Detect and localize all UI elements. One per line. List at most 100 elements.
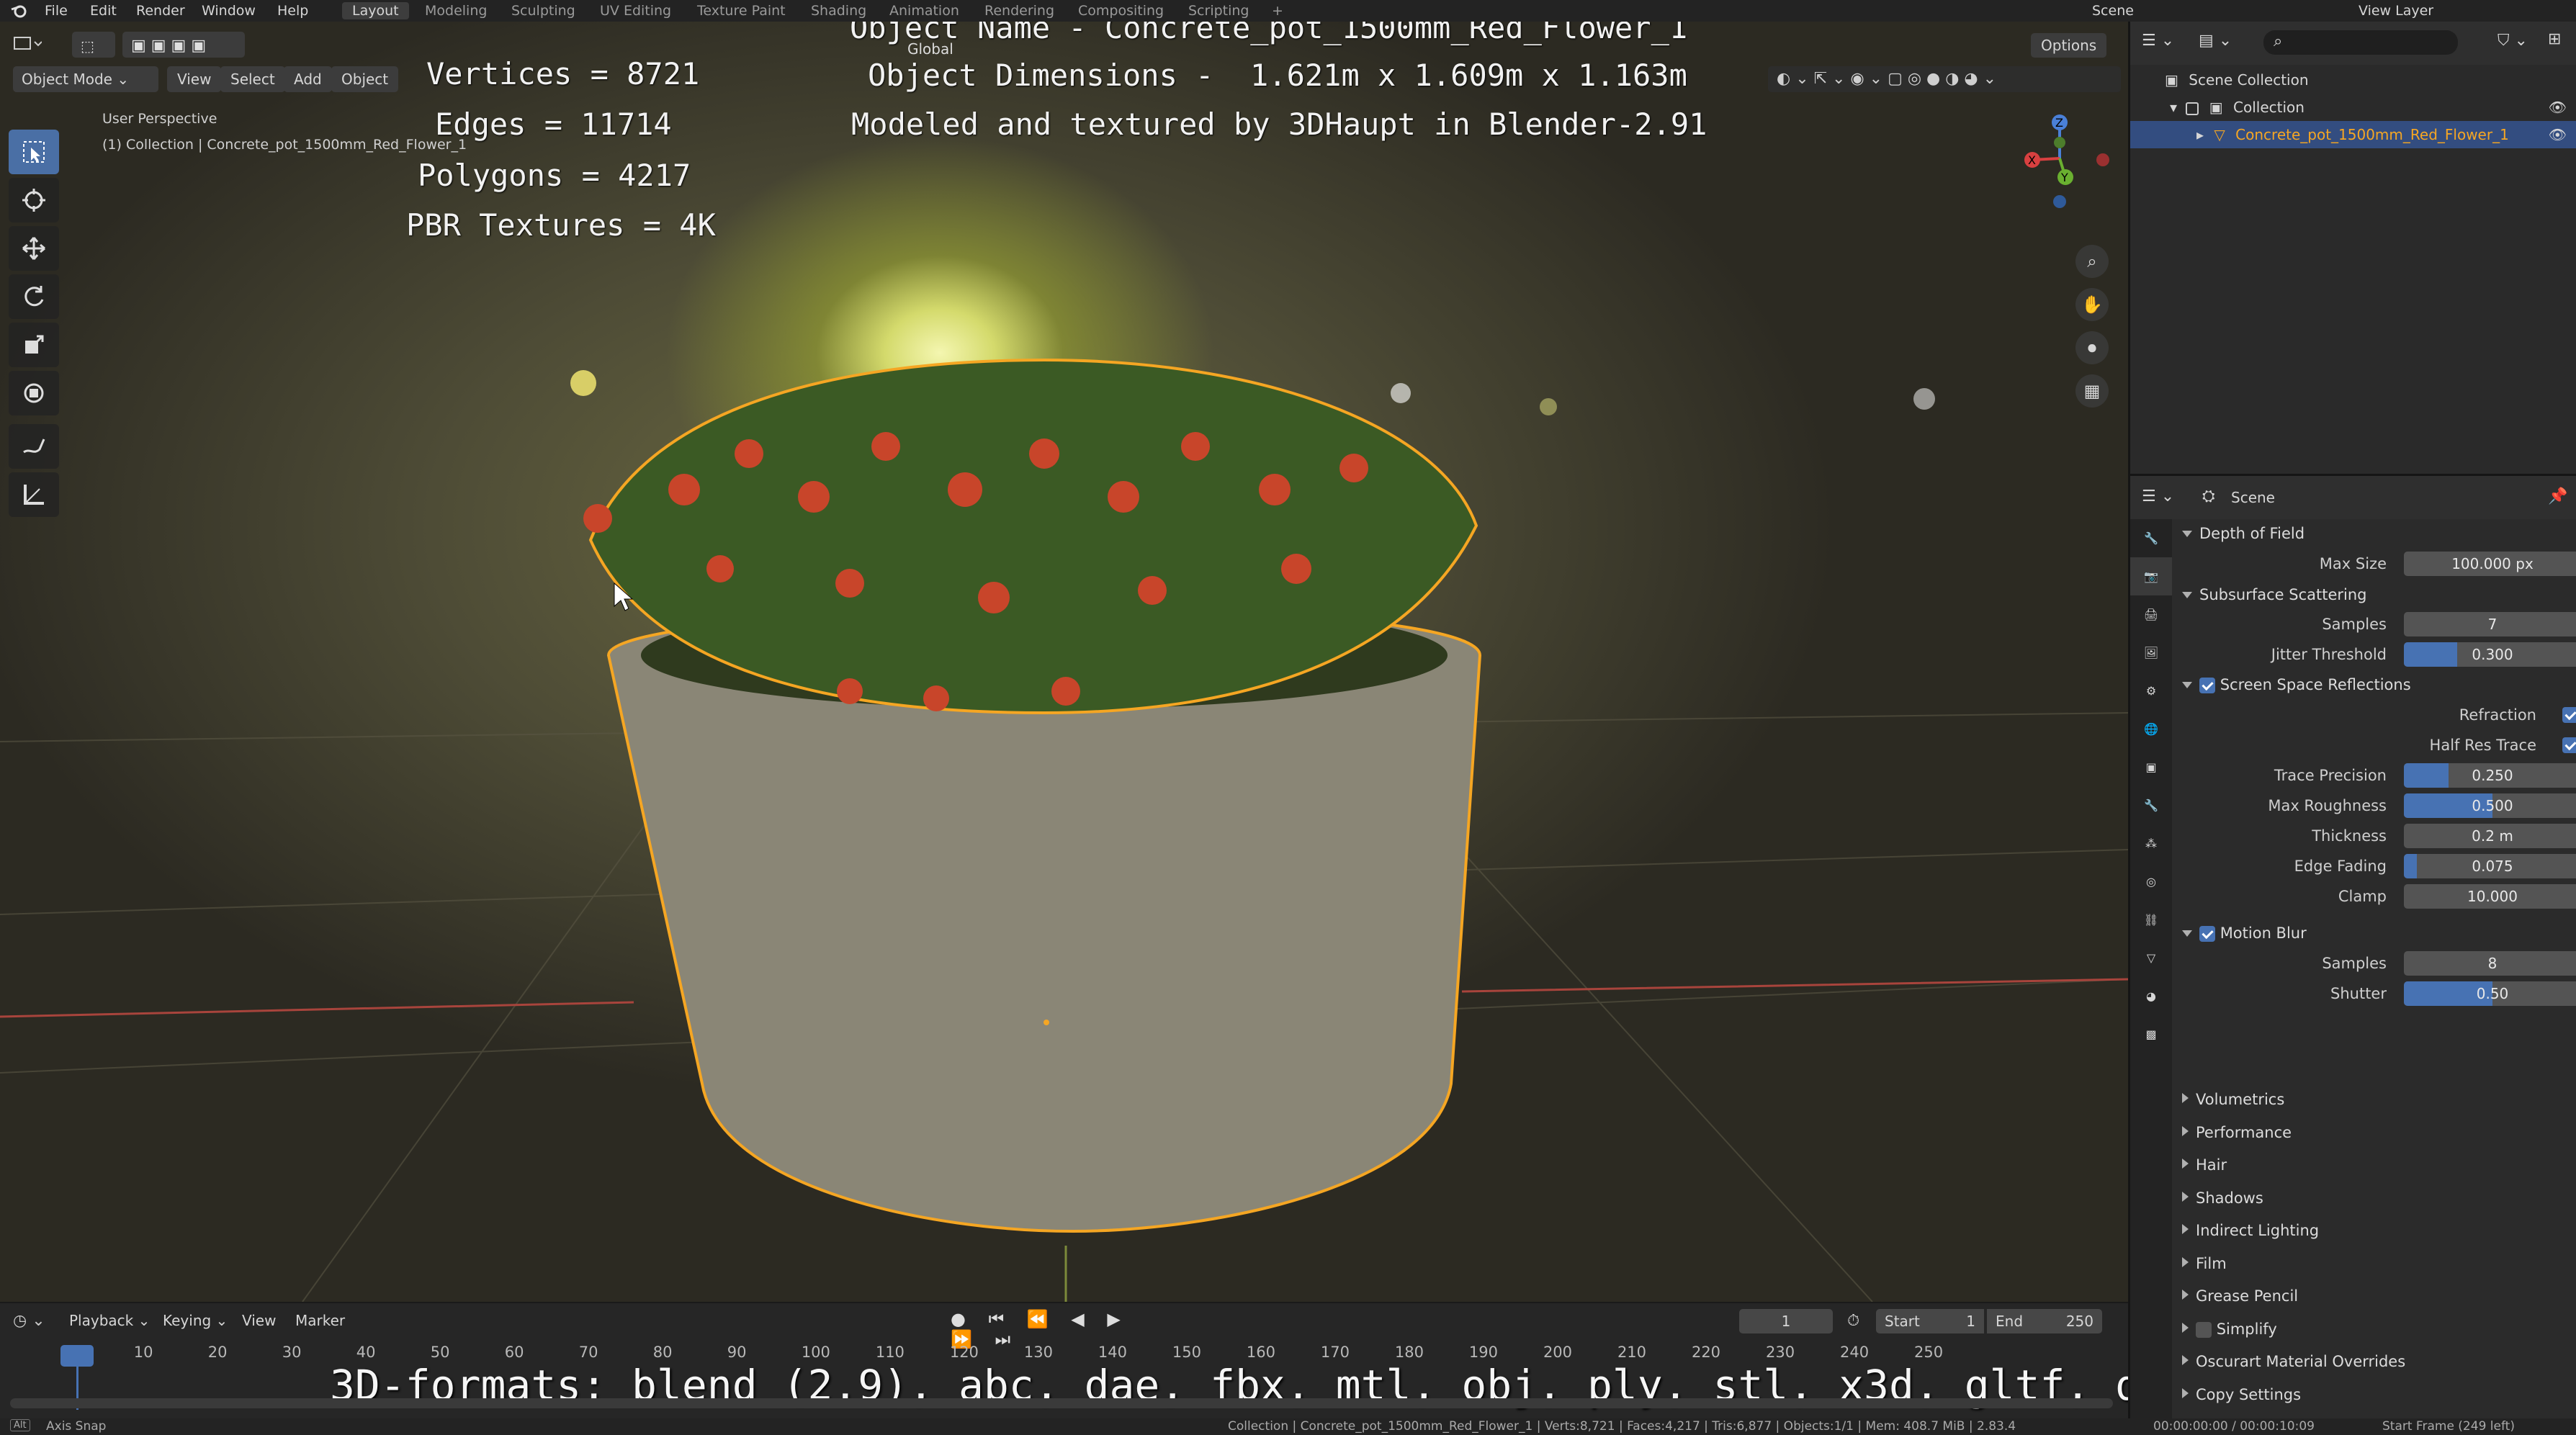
physics-tab-icon[interactable]: ◎ [2130,863,2172,901]
shading-controls[interactable]: ◐ ⌄ ⇱ ⌄ ◉ ⌄ ▢ ◎ ● ◑ ◕ ⌄ [1768,66,2121,92]
simplify-checkbox[interactable] [2196,1321,2212,1338]
outliner-row-collection[interactable]: ▾ ▣ Collection 👁 [2130,94,2576,121]
panel-performance[interactable]: Performance [2172,1117,2575,1148]
half-res-checkbox[interactable] [2562,737,2576,753]
tab-texture-paint[interactable]: Texture Paint [697,2,786,19]
object-tab-icon[interactable]: ▣ [2130,748,2172,786]
material-tab-icon[interactable]: ◕ [2130,977,2172,1015]
rotate-tool[interactable] [9,274,59,319]
panel-oscurart-material-overrides[interactable]: Oscurart Material Overrides [2172,1346,2575,1377]
panel-screen-space-reflections[interactable]: Screen Space Reflections [2172,670,2575,700]
particles-tab-icon[interactable]: ⁂ [2130,824,2172,863]
jitter-threshold-slider[interactable]: 0.300 [2404,642,2576,667]
grid-view-icon[interactable]: ▦ [2075,374,2109,408]
scene-label[interactable]: Scene [2092,2,2134,19]
3d-viewport[interactable]: ⬚ ▣ ▣ ▣ ▣ Object Mode ⌄ View Select Add … [0,22,2128,1302]
tab-layout[interactable]: Layout [342,2,409,19]
select-box-tool[interactable] [9,130,59,174]
eye-icon[interactable]: 👁 [2549,121,2567,148]
menu-add[interactable]: Add [284,66,332,92]
outliner-row-object[interactable]: ▸ ▽ Concrete_pot_1500mm_Red_Flower_1 👁 [2130,121,2576,148]
pin-icon[interactable]: 📌 [2548,487,2567,505]
menu-keying[interactable]: Keying ⌄ [163,1312,228,1329]
annotate-tool[interactable] [9,424,59,469]
cursor-tool[interactable] [9,178,59,222]
refraction-checkbox[interactable] [2562,707,2576,723]
panel-hair[interactable]: Hair [2172,1150,2575,1180]
constraints-tab-icon[interactable]: ⛓ [2130,901,2172,939]
transform-tool[interactable] [9,371,59,415]
menu-timeline-view[interactable]: View [242,1312,276,1329]
trace-precision-slider[interactable]: 0.250 [2404,763,2576,788]
panel-volumetrics[interactable]: Volumetrics [2172,1084,2575,1115]
shutter-slider[interactable]: 0.50 [2404,981,2576,1006]
panel-indirect-lighting[interactable]: Indirect Lighting [2172,1215,2575,1246]
view-layer-tab-icon[interactable]: 🖼 [2130,634,2172,672]
outliner-editor-icon[interactable]: ☰ ⌄ [2142,32,2174,50]
tab-modeling[interactable]: Modeling [425,2,487,19]
render-tab-icon[interactable]: 📷 [2130,557,2172,595]
outliner-row-scene-collection[interactable]: ▣ Scene Collection [2130,66,2576,94]
menu-view[interactable]: View [167,66,222,92]
playback-controls[interactable]: ● ⏮ ⏪ ◀ ▶ ⏩ ⏭ [951,1309,1152,1349]
motion-samples-field[interactable]: 8 [2404,951,2576,976]
pan-hand-icon[interactable]: ✋ [2075,288,2109,321]
panel-simplify[interactable]: Simplify [2172,1314,2575,1344]
expand-icon[interactable]: ▸ [2196,126,2204,143]
panel-depth-of-field[interactable]: Depth of Field [2172,518,2575,549]
timeline-editor-type-icon[interactable]: ◷ ⌄ [13,1312,45,1330]
add-workspace-icon[interactable]: + [1272,2,1283,19]
sss-samples-field[interactable]: 7 [2404,612,2576,636]
panel-grease-pencil[interactable]: Grease Pencil [2172,1281,2575,1311]
view-layer-label[interactable]: View Layer [2359,2,2433,19]
menu-render[interactable]: Render [136,2,185,19]
tab-shading[interactable]: Shading [811,2,866,19]
world-tab-icon[interactable]: 🌐 [2130,710,2172,748]
tab-scripting[interactable]: Scripting [1188,2,1249,19]
outliner-search-input[interactable]: ⌕ [2263,30,2458,55]
texture-tab-icon[interactable]: ▩ [2130,1015,2172,1053]
max-roughness-slider[interactable]: 0.500 [2404,793,2576,818]
ssr-enabled-checkbox[interactable] [2199,678,2215,693]
display-mode-icon[interactable]: ▤ ⌄ [2199,32,2232,50]
tab-sculpting[interactable]: Sculpting [511,2,575,19]
tab-animation[interactable]: Animation [889,2,959,19]
menu-marker[interactable]: Marker [295,1312,345,1329]
start-frame-field[interactable]: Start 1 [1876,1309,1984,1333]
output-tab-icon[interactable]: 🖨 [2130,595,2172,634]
gizmo-neg-z[interactable] [2053,195,2066,208]
edge-fading-slider[interactable]: 0.075 [2404,854,2576,878]
properties-editor-icon[interactable]: ☰ ⌄ [2142,487,2174,505]
editor-type-icon[interactable] [13,35,42,53]
end-frame-field[interactable]: End 250 [1987,1309,2102,1333]
menu-select[interactable]: Select [220,66,285,92]
tool-tab-icon[interactable]: 🔧 [2130,519,2172,557]
select-tool-icon[interactable]: ⬚ [72,32,115,58]
motion-blur-checkbox[interactable] [2199,926,2215,942]
selection-mode-icons[interactable]: ▣ ▣ ▣ ▣ [122,32,245,58]
menu-object[interactable]: Object [331,66,399,92]
scene-tab-icon[interactable]: ⚙ [2130,672,2172,710]
measure-tool[interactable] [9,472,59,517]
collection-checkbox[interactable] [2186,102,2199,115]
panel-shadows[interactable]: Shadows [2172,1183,2575,1213]
menu-window[interactable]: Window [202,2,256,19]
panel-subsurface-scattering[interactable]: Subsurface Scattering [2172,580,2575,610]
gizmo-neg-y[interactable] [2054,137,2065,148]
menu-edit[interactable]: Edit [90,2,117,19]
timeline-scrollbar[interactable] [10,1398,2113,1408]
zoom-icon[interactable]: ⌕ [2075,245,2109,278]
scale-tool[interactable] [9,323,59,367]
max-size-field[interactable]: 100.000 px [2404,552,2576,576]
tab-uv-editing[interactable]: UV Editing [600,2,671,19]
thickness-field[interactable]: 0.2 m [2404,824,2576,848]
new-collection-icon[interactable]: ⊞ [2548,30,2561,48]
playhead[interactable] [60,1345,94,1367]
mode-dropdown[interactable]: Object Mode ⌄ [13,66,158,92]
tab-rendering[interactable]: Rendering [984,2,1054,19]
panel-motion-blur[interactable]: Motion Blur [2172,918,2575,948]
gizmo-neg-x[interactable] [2096,153,2109,166]
menu-help[interactable]: Help [277,2,308,19]
camera-icon[interactable]: ⏺ [2075,331,2109,364]
stopwatch-icon[interactable]: ⏱ [1847,1312,1859,1330]
